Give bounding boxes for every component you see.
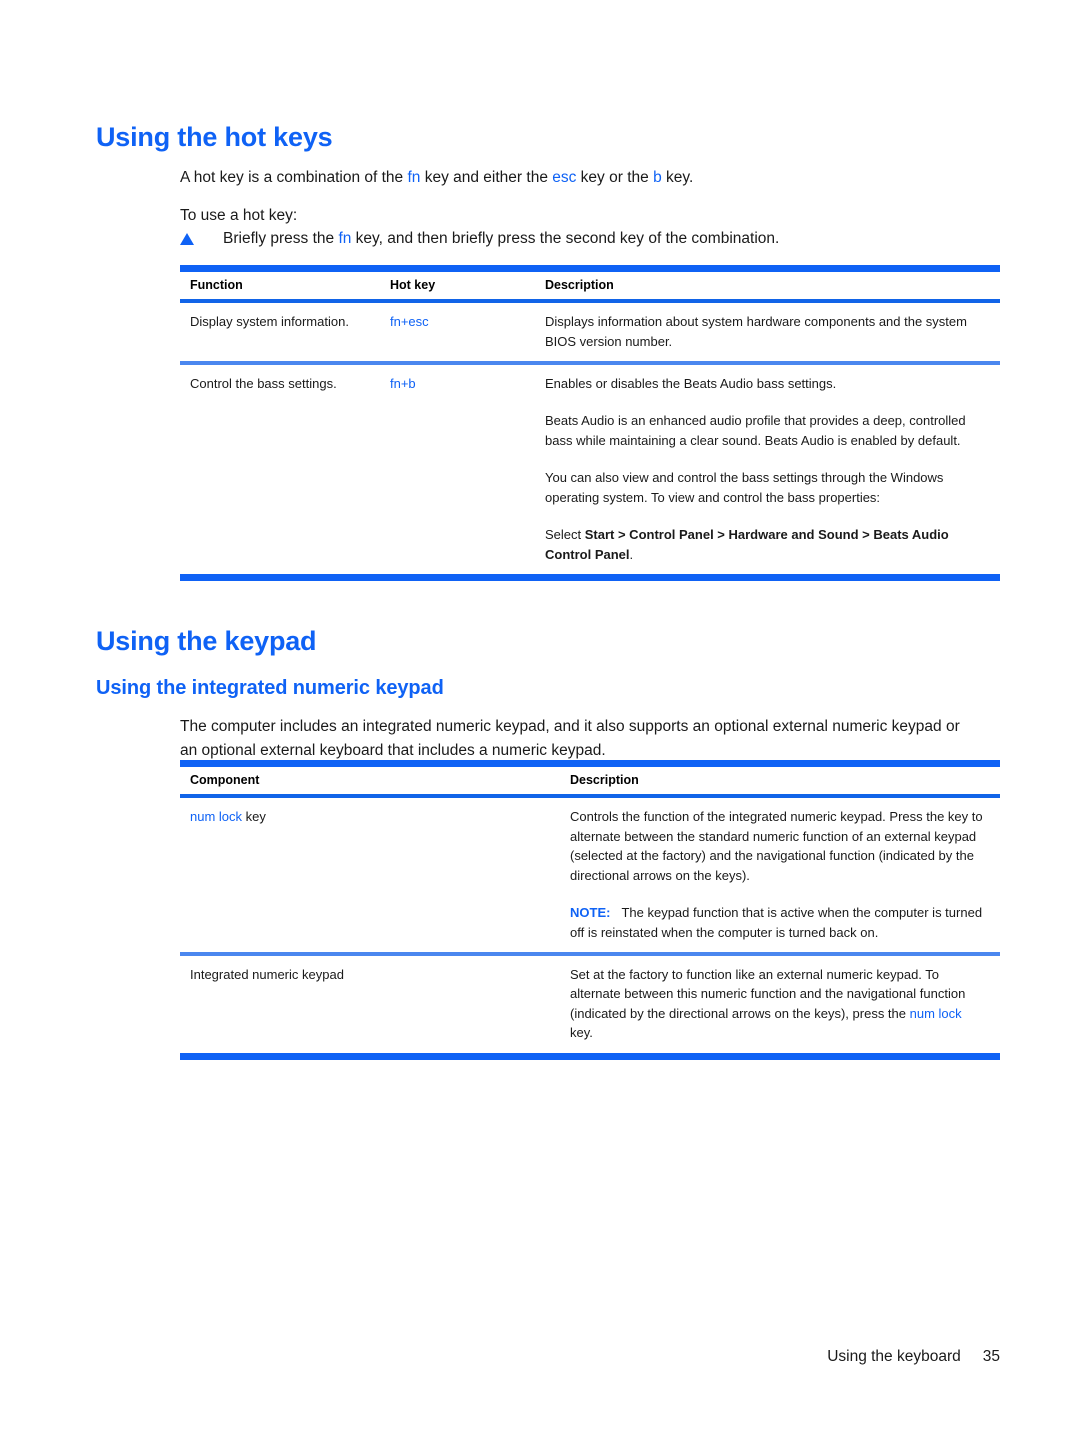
keypad-components-table: Component Description num lock key Contr… bbox=[180, 760, 1000, 1060]
cell-function: Display system information. bbox=[190, 314, 349, 329]
column-header-description: Description bbox=[570, 773, 639, 787]
description-text-a: Set at the factory to function like an e… bbox=[570, 966, 966, 1021]
table-row: num lock key Controls the function of th… bbox=[180, 798, 1000, 952]
cell-hotkey: fn+b bbox=[380, 365, 535, 575]
note-paragraph: NOTE: The keypad function that is active … bbox=[570, 903, 986, 942]
description-paragraph: Set at the factory to function like an e… bbox=[570, 965, 986, 1043]
description-paragraph: Controls the function of the integrated … bbox=[570, 809, 983, 883]
description-paragraph: Beats Audio is an enhanced audio profile… bbox=[545, 413, 966, 448]
hotkey-def-text-d: key. bbox=[661, 168, 694, 186]
footer-section-label: Using the keyboard bbox=[827, 1348, 961, 1365]
key-esc-inline: esc bbox=[552, 168, 577, 186]
hotkey-combo-fn-esc: fn+esc bbox=[390, 314, 429, 329]
cell-description: Enables or disables the Beats Audio bass… bbox=[535, 365, 1000, 575]
hotkey-combo-fn-b: fn+b bbox=[390, 375, 416, 391]
table-rule-top bbox=[180, 265, 1001, 272]
hotkey-definition-paragraph: A hot key is a combination of the fn key… bbox=[180, 166, 980, 190]
triangle-bullet-icon bbox=[180, 233, 194, 245]
cell-component: num lock key bbox=[180, 798, 560, 952]
hotkey-instruction-text: Briefly press the fn key, and then brief… bbox=[223, 227, 779, 251]
column-header-hot-key: Hot key bbox=[390, 278, 436, 292]
cell-description: Controls the function of the integrated … bbox=[560, 798, 1000, 952]
table-rule-bottom bbox=[180, 1052, 1000, 1060]
cell-function: Control the bass settings. bbox=[190, 375, 337, 391]
table-row: Display system information. fn+esc Displ… bbox=[180, 303, 1000, 361]
key-b-inline: b bbox=[653, 168, 662, 186]
hotkey-instruction-b: key, and then briefly press the second k… bbox=[351, 230, 780, 247]
table-header-row: Function Hot key Description bbox=[180, 272, 1000, 299]
note-text: The keypad function that is active when … bbox=[570, 905, 983, 940]
page-footer: Using the keyboard 35 bbox=[0, 1348, 1000, 1366]
select-tail: . bbox=[629, 546, 634, 562]
table-row: Integrated numeric keypad Set at the fac… bbox=[180, 956, 1000, 1053]
column-header-function: Function bbox=[190, 278, 243, 292]
subsection-title-integrated-numeric-keypad: Using the integrated numeric keypad bbox=[96, 676, 444, 699]
page-title-using-the-hot-keys: Using the hot keys bbox=[96, 122, 333, 153]
section-title-using-the-keypad: Using the keypad bbox=[96, 626, 317, 657]
key-fn-inline-2: fn bbox=[338, 230, 352, 247]
column-header-component: Component bbox=[190, 773, 260, 787]
footer-page-number: 35 bbox=[982, 1348, 1000, 1365]
key-num-lock-inline-2: num lock bbox=[909, 1005, 962, 1021]
column-header-description: Description bbox=[545, 278, 614, 292]
description-paragraph: Displays information about system hardwa… bbox=[545, 314, 967, 349]
to-use-a-hot-key-label: To use a hot key: bbox=[180, 206, 298, 224]
key-fn-inline: fn bbox=[407, 168, 421, 186]
hotkeys-table: Function Hot key Description Display sys… bbox=[180, 265, 1001, 581]
description-paragraph: Enables or disables the Beats Audio bass… bbox=[545, 375, 837, 391]
description-text-b: key. bbox=[570, 1025, 593, 1040]
hotkey-instruction-a: Briefly press the bbox=[223, 230, 339, 247]
note-label: NOTE: bbox=[570, 905, 611, 920]
cell-description: Set at the factory to function like an e… bbox=[560, 956, 1000, 1053]
select-lead: Select bbox=[545, 527, 585, 542]
table-header-row: Component Description bbox=[180, 767, 1000, 794]
hotkey-def-text-b: key and either the bbox=[420, 168, 553, 186]
keypad-intro-paragraph: The computer includes an integrated nume… bbox=[180, 717, 960, 759]
cell-description: Displays information about system hardwa… bbox=[535, 303, 1000, 361]
hotkey-def-text-a: A hot key is a combination of the bbox=[180, 168, 408, 186]
description-paragraph: You can also view and control the bass s… bbox=[545, 470, 944, 505]
hotkey-instruction-bullet: Briefly press the fn key, and then brief… bbox=[180, 227, 980, 251]
component-suffix: key bbox=[242, 809, 266, 824]
key-num-lock-inline: num lock bbox=[190, 809, 243, 824]
cell-component: Integrated numeric keypad bbox=[190, 966, 344, 982]
select-menu-path: Start > Control Panel > Hardware and Sou… bbox=[545, 527, 949, 562]
table-row: Control the bass settings. fn+b Enables … bbox=[180, 365, 1000, 575]
table-rule-top bbox=[180, 760, 1000, 767]
description-select-path: Select Start > Control Panel > Hardware … bbox=[545, 525, 986, 564]
table-rule-bottom bbox=[180, 574, 1001, 581]
hotkey-def-text-c: key or the bbox=[576, 168, 654, 186]
document-page: Using the hot keys A hot key is a combin… bbox=[0, 0, 1080, 1437]
cell-hotkey: fn+esc bbox=[380, 303, 535, 361]
